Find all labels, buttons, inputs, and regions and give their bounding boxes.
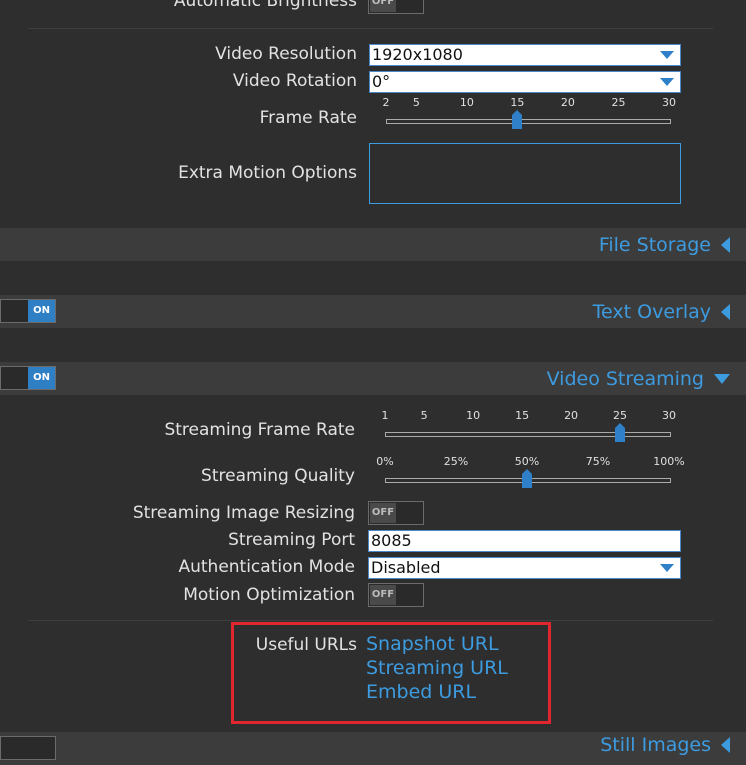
slider-tick-label: 15 [515, 409, 530, 422]
auto-brightness-label: Automatic Brightness [173, 0, 357, 11]
slider-tick-label: 2 [382, 96, 390, 109]
streaming-port-label: Streaming Port [228, 530, 355, 550]
chevron-down-icon [660, 564, 674, 572]
frame-rate-label: Frame Rate [259, 108, 357, 128]
slider-tick-label: 50% [514, 455, 540, 468]
slider-tick-label: 100% [653, 455, 685, 468]
video-resolution-label: Video Resolution [215, 44, 357, 64]
section-text-overlay[interactable]: ON Text Overlay [0, 295, 746, 328]
section-video-streaming[interactable]: ON Video Streaming [0, 362, 746, 395]
frame-rate-slider[interactable]: 2 5 10 15 20 25 30 [382, 96, 676, 130]
slider-tick-label: 25 [613, 409, 628, 422]
slider-track [386, 119, 671, 124]
collapse-arrow-icon [721, 237, 730, 253]
streaming-resizing-toggle[interactable]: OFF [368, 501, 424, 525]
extra-motion-textarea[interactable] [369, 143, 681, 204]
video-rotation-label: Video Rotation [232, 71, 357, 91]
motion-optimization-label: Motion Optimization [183, 585, 355, 605]
file-storage-title: File Storage [598, 234, 711, 256]
toggle-knob: OFF [370, 0, 396, 12]
toggle-knob: ON [28, 367, 55, 389]
still-images-header[interactable]: Still Images [600, 734, 730, 756]
video-streaming-header[interactable]: Video Streaming [547, 368, 730, 390]
motion-optimization-toggle[interactable]: OFF [368, 583, 424, 607]
file-storage-header[interactable]: File Storage [599, 234, 730, 256]
expand-arrow-icon [714, 374, 730, 384]
text-overlay-toggle[interactable]: ON [0, 299, 56, 323]
slider-tick-label: 30 [662, 96, 676, 109]
streaming-resizing-label: Streaming Image Resizing [132, 503, 355, 523]
auto-brightness-toggle[interactable]: OFF [368, 0, 424, 14]
slider-handle[interactable] [512, 110, 523, 129]
video-rotation-value: 0° [372, 72, 391, 91]
collapse-arrow-icon [721, 737, 730, 753]
slider-tick-label: 30 [662, 409, 676, 422]
video-rotation-select[interactable]: 0° [369, 71, 681, 93]
streaming-quality-label: Streaming Quality [201, 466, 355, 486]
divider [28, 28, 713, 29]
slider-tick-label: 5 [412, 96, 420, 109]
slider-tick-label: 1 [381, 409, 389, 422]
slider-tick-label: 20 [564, 409, 579, 422]
extra-motion-label: Extra Motion Options [178, 163, 357, 183]
slider-handle[interactable] [522, 469, 532, 488]
slider-tick-label: 75% [585, 455, 611, 468]
still-images-title: Still Images [600, 734, 711, 756]
streaming-port-input[interactable]: 8085 [368, 530, 681, 552]
streaming-quality-slider[interactable]: 0% 25% 50% 75% 100% [376, 455, 685, 489]
toggle-knob: ON [28, 300, 55, 322]
chevron-down-icon [660, 51, 674, 59]
slider-tick-label: 0% [376, 455, 394, 468]
streaming-port-value: 8085 [371, 531, 412, 550]
slider-tick-label: 10 [466, 409, 481, 422]
video-resolution-select[interactable]: 1920x1080 [369, 44, 681, 66]
still-images-toggle[interactable] [0, 736, 56, 760]
slider-tick-label: 25 [611, 96, 626, 109]
auth-mode-label: Authentication Mode [178, 557, 355, 577]
text-overlay-header[interactable]: Text Overlay [593, 301, 730, 323]
toggle-knob: OFF [370, 585, 396, 605]
video-streaming-title: Video Streaming [546, 368, 704, 390]
section-file-storage[interactable]: File Storage [0, 228, 746, 261]
slider-tick-label: 20 [560, 96, 575, 109]
chevron-down-icon [660, 78, 674, 86]
divider [28, 620, 713, 621]
slider-handle[interactable] [615, 423, 626, 442]
slider-tick-label: 5 [420, 409, 428, 422]
slider-tick-label: 25% [443, 455, 469, 468]
streaming-frame-rate-label: Streaming Frame Rate [164, 420, 355, 440]
collapse-arrow-icon [721, 304, 730, 320]
slider-track [385, 432, 671, 437]
text-overlay-title: Text Overlay [592, 301, 711, 323]
section-still-images[interactable]: Still Images [0, 732, 746, 765]
streaming-frame-rate-slider[interactable]: 1 5 10 15 20 25 30 [381, 409, 676, 443]
auth-mode-select[interactable]: Disabled [368, 557, 681, 579]
slider-tick-label: 15 [510, 96, 525, 109]
highlight-box [231, 622, 551, 724]
slider-tick-label: 10 [459, 96, 474, 109]
video-resolution-value: 1920x1080 [372, 45, 463, 64]
video-streaming-toggle[interactable]: ON [0, 366, 56, 390]
toggle-knob: OFF [370, 503, 396, 523]
auth-mode-value: Disabled [371, 558, 441, 577]
